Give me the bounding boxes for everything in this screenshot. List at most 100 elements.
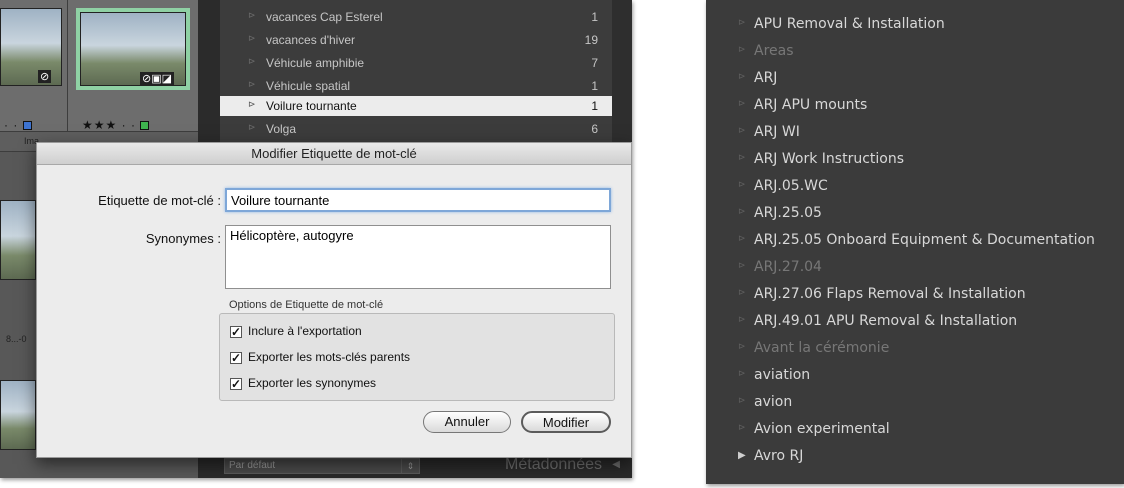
expand-arrow-icon[interactable]: ▶ — [738, 450, 746, 461]
keyword-row[interactable]: ⊳ ARJ.27.04 — [706, 255, 1124, 281]
keyword-row[interactable]: ⊳ vacances d'hiver 19 — [220, 30, 612, 50]
keyword-name: ARJ Work Instructions — [754, 151, 905, 167]
green-label-icon — [140, 121, 150, 131]
keyword-row[interactable]: ⊳ Véhicule spatial 1 — [220, 76, 612, 96]
keyword-row[interactable]: ⊳ APU Removal & Installation — [706, 12, 1124, 38]
keyword-name: ARJ.05.WC — [754, 178, 828, 194]
collapsed-arrow-icon: ⊳ — [738, 369, 746, 379]
keyword-count: 7 — [591, 56, 598, 70]
checkbox-checked[interactable]: ✓ — [230, 377, 242, 390]
keyword-name: ARJ WI — [754, 124, 800, 140]
badge-icons: ⊘▣◪ — [140, 72, 175, 85]
keyword-name: Véhicule amphibie — [266, 56, 365, 70]
collapsed-arrow-icon: ⊳ — [738, 99, 746, 109]
edit-keyword-dialog: Modifier Etiquette de mot-clé Etiquette … — [36, 142, 632, 458]
keyword-row[interactable]: ⊳ ARJ — [706, 66, 1124, 92]
collapsed-arrow-icon: ⊳ — [738, 126, 746, 136]
keyword-name: Avion experimental — [754, 421, 890, 437]
keyword-name: avion — [754, 394, 793, 410]
keyword-row[interactable]: ⊳ Volga 6 — [220, 119, 612, 139]
option-label: Exporter les mots-clés parents — [248, 350, 411, 364]
include-on-export-option[interactable]: ✓ Inclure à l'exportation — [230, 324, 362, 338]
keyword-row-expandable[interactable]: ▶ Avro RJ — [706, 444, 1124, 470]
collapsed-arrow-icon: ⊳ — [738, 45, 746, 55]
synonyms-label: Synonymes : — [145, 231, 221, 246]
keyword-row[interactable]: ⊳ aviation — [706, 363, 1124, 389]
collapsed-arrow-icon: ⊳ — [738, 315, 746, 325]
keyword-row[interactable]: ⊳ avion — [706, 390, 1124, 416]
keyword-row[interactable]: ⊳ ARJ APU mounts — [706, 93, 1124, 119]
collapsed-arrow-icon: ⊳ — [738, 153, 746, 163]
collapsed-arrow-icon: ⊳ — [248, 79, 256, 89]
option-label: Exporter les synonymes — [248, 376, 377, 390]
keyword-row[interactable]: ⊳ Véhicule amphibie 7 — [220, 53, 612, 73]
keyword-row[interactable]: ⊳ ARJ Work Instructions — [706, 147, 1124, 173]
collapsed-arrow-icon: ⊳ — [738, 396, 746, 406]
keyword-row-selected[interactable]: ⊳ Voilure tournante 1 — [220, 96, 612, 116]
keyword-row[interactable]: ⊳ vacances Cap Esterel 1 — [220, 7, 612, 27]
keyword-name: Areas — [754, 43, 794, 59]
checkbox-checked[interactable]: ✓ — [230, 351, 242, 364]
keyword-row[interactable]: ⊳ ARJ.05.WC — [706, 174, 1124, 200]
keyword-row[interactable]: ⊳ Avant la cérémonie — [706, 336, 1124, 362]
synonyms-input[interactable]: Hélicoptère, autogyre — [225, 225, 611, 289]
photo-thumbnail[interactable] — [0, 380, 36, 450]
keyword-row[interactable]: ⊳ ARJ.25.05 — [706, 201, 1124, 227]
modify-button[interactable]: Modifier — [521, 411, 611, 433]
keyword-row[interactable]: ⊳ Areas — [706, 39, 1124, 65]
collapsed-arrow-icon: ⊳ — [738, 72, 746, 82]
panel-collapse-icon[interactable]: ◀ — [612, 459, 620, 470]
collapsed-arrow-icon: ⊳ — [248, 99, 256, 109]
photo-thumbnail[interactable] — [0, 8, 62, 86]
collapsed-arrow-icon: ⊳ — [248, 10, 256, 20]
keyword-name: Avro RJ — [754, 448, 804, 464]
option-label: Inclure à l'exportation — [248, 324, 362, 338]
collapsed-arrow-icon: ⊳ — [738, 342, 746, 352]
blue-label-icon — [22, 121, 32, 131]
dropdown-icon: ⇕ — [401, 459, 419, 473]
collapsed-arrow-icon: ⊳ — [738, 234, 746, 244]
options-group: ✓ Inclure à l'exportation ✓ Exporter les m… — [219, 313, 615, 401]
keyword-name: vacances d'hiver — [266, 33, 356, 47]
keyword-name: aviation — [754, 367, 811, 383]
keyword-name-input[interactable] — [225, 188, 611, 212]
collapsed-arrow-icon: ⊳ — [248, 122, 256, 132]
keyword-count: 1 — [591, 79, 598, 93]
keyword-row[interactable]: ⊳ ARJ.25.05 Onboard Equipment & Document… — [706, 228, 1124, 254]
keyword-row[interactable]: ⊳ ARJ.49.01 APU Removal & Installation — [706, 309, 1124, 335]
keyword-name: Avant la cérémonie — [754, 340, 890, 356]
keyword-row[interactable]: ⊳ Avion experimental — [706, 417, 1124, 443]
keyword-name: ARJ — [754, 70, 778, 86]
grid-cell-selected[interactable]: ⊘▣◪ ★★★ · · — [68, 0, 200, 132]
keyword-count: 19 — [584, 33, 598, 47]
keyword-count: 1 — [591, 99, 598, 113]
collapsed-arrow-icon: ⊳ — [738, 18, 746, 28]
truncated-text: 8...-0 — [6, 334, 27, 344]
collapsed-arrow-icon: ⊳ — [248, 33, 256, 43]
keyword-row[interactable]: ⊳ ARJ WI — [706, 120, 1124, 146]
keyword-count: 1 — [591, 10, 598, 24]
collapsed-arrow-icon: ⊳ — [738, 288, 746, 298]
keyword-name: ARJ.25.05 — [754, 205, 822, 221]
keyword-row[interactable]: ⊳ ARJ.27.06 Flaps Removal & Installation — [706, 282, 1124, 308]
photo-thumbnail[interactable] — [0, 200, 36, 280]
export-synonyms-option[interactable]: ✓ Exporter les synonymes — [230, 376, 376, 390]
preset-value: Par défaut — [229, 460, 276, 471]
rating-dots: · · — [4, 118, 19, 132]
collapsed-arrow-icon: ⊳ — [738, 423, 746, 433]
keyword-name: ARJ.27.06 Flaps Removal & Installation — [754, 286, 1026, 302]
grid-cell[interactable]: ⊘ · · — [0, 0, 68, 132]
keyword-name: Voilure tournante — [266, 99, 357, 113]
collapsed-arrow-icon: ⊳ — [248, 56, 256, 66]
keyword-name: ARJ.25.05 Onboard Equipment & Documentat… — [754, 232, 1095, 248]
metadata-preset-select[interactable]: Par défaut ⇕ — [224, 458, 420, 474]
keyword-list-panel-right: ⊳ APU Removal & Installation ⊳ Areas ⊳ A… — [706, 0, 1124, 484]
collapsed-arrow-icon: ⊳ — [738, 207, 746, 217]
keyword-label: Etiquette de mot-clé : — [98, 193, 221, 208]
cancel-button[interactable]: Annuler — [423, 411, 511, 433]
keyword-name: ARJ.49.01 APU Removal & Installation — [754, 313, 1018, 329]
export-parents-option[interactable]: ✓ Exporter les mots-clés parents — [230, 350, 410, 364]
keyword-name: Véhicule spatial — [266, 79, 351, 93]
checkbox-checked[interactable]: ✓ — [230, 325, 242, 338]
badge-icon: ⊘ — [38, 70, 52, 83]
